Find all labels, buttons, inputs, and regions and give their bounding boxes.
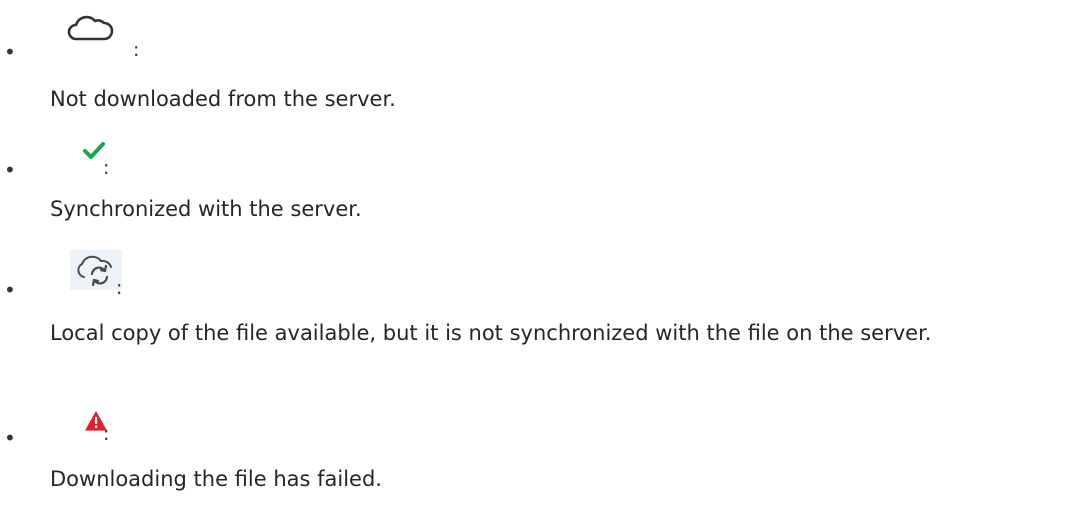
bullet: •	[4, 426, 16, 450]
status-description: Synchronized with the server.	[50, 197, 362, 221]
status-description: Downloading the file has failed.	[50, 467, 382, 491]
status-description: Not downloaded from the server.	[50, 87, 396, 111]
cloud-sync-icon	[70, 250, 122, 290]
status-description: Local copy of the file available, but it…	[50, 321, 932, 345]
item-separator: :	[116, 277, 123, 299]
item-separator: :	[103, 423, 110, 445]
status-item-header: • :	[0, 0, 200, 448]
bullet: •	[4, 158, 16, 182]
check-icon	[83, 142, 105, 159]
item-separator: :	[103, 157, 110, 179]
bullet: •	[4, 278, 16, 302]
